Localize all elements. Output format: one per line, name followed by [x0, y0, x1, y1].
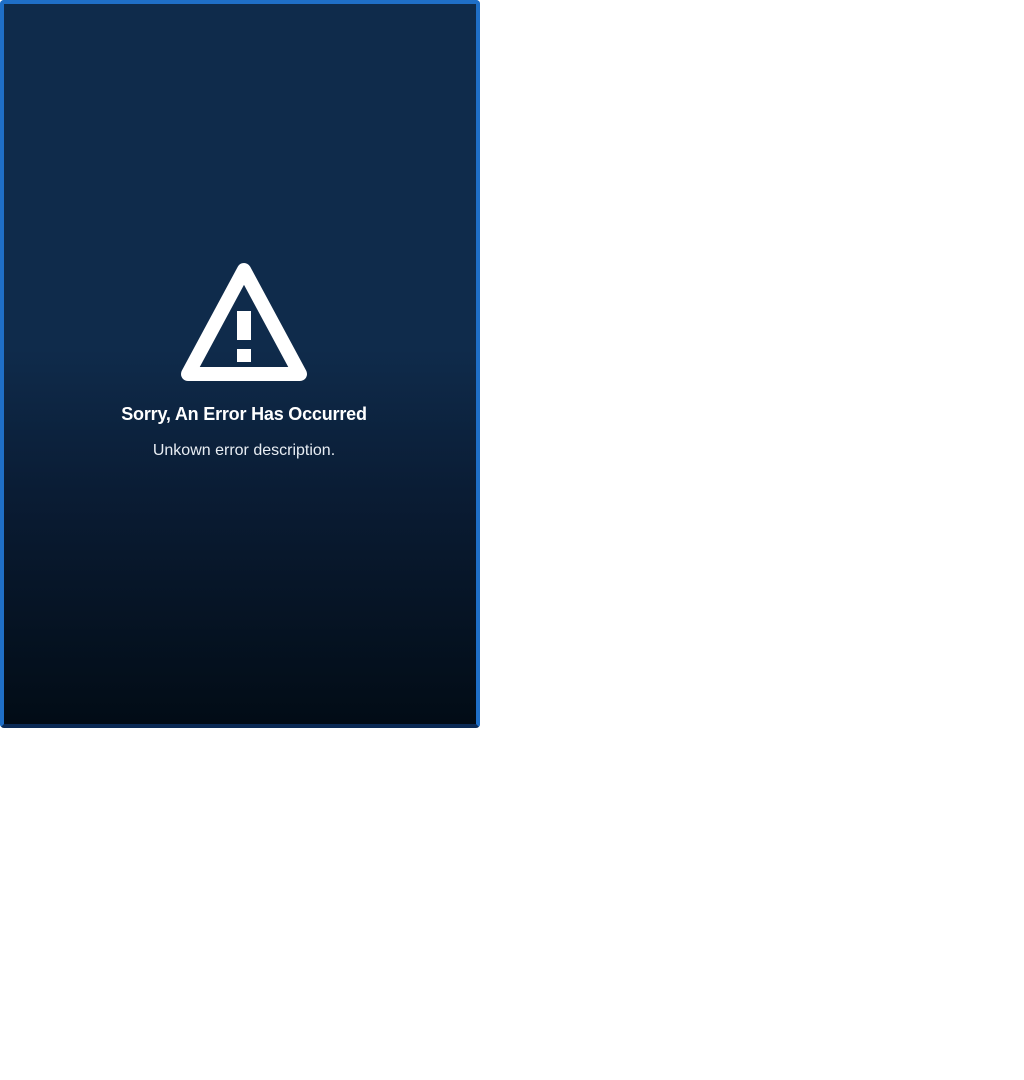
error-title: Sorry, An Error Has Occurred — [121, 404, 367, 424]
error-panel: Sorry, An Error Has Occurred Unkown erro… — [0, 0, 480, 728]
error-description: Unkown error description. — [152, 442, 336, 459]
warning-triangle-icon — [181, 263, 307, 381]
